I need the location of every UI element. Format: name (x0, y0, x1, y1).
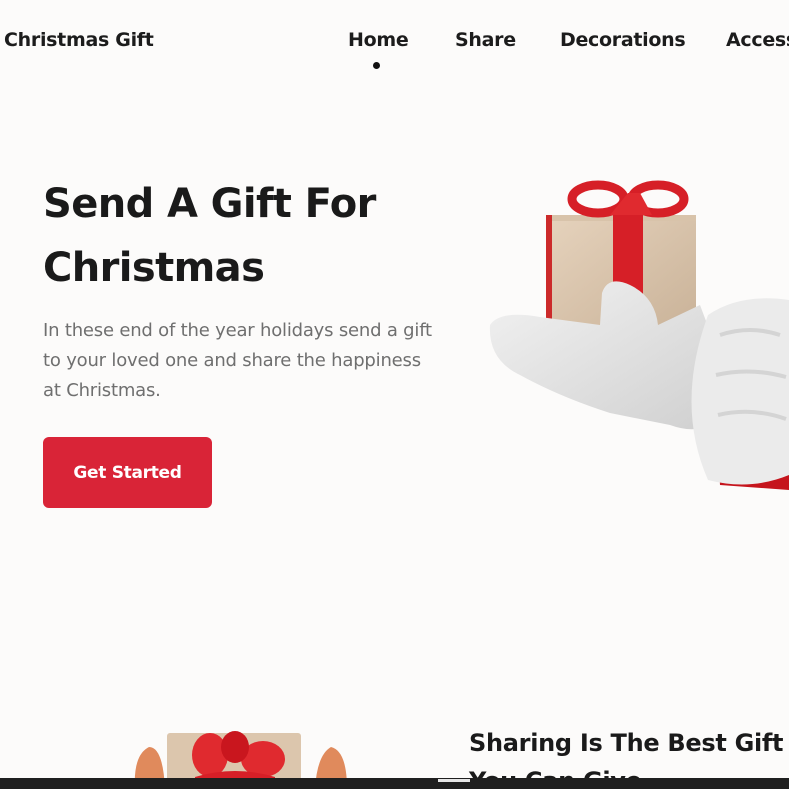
hero-title: Send A Gift For Christmas (43, 172, 463, 300)
nav-share[interactable]: Share (455, 29, 516, 51)
site-header: Christmas Gift Home Share Decorations Ac… (0, 0, 789, 80)
nav-home[interactable]: Home (348, 29, 409, 51)
site-logo[interactable]: Christmas Gift (4, 29, 154, 51)
get-started-button[interactable]: Get Started (43, 437, 212, 508)
hero-title-line1: Send A Gift For (43, 181, 376, 227)
hero-title-line2: Christmas (43, 245, 265, 291)
hero-description: In these end of the year holidays send a… (43, 320, 432, 401)
active-nav-indicator (373, 62, 380, 69)
gloved-hand-holding-gift-icon (489, 180, 789, 490)
taskbar-indicator (438, 779, 470, 782)
taskbar (0, 778, 789, 789)
nav-access[interactable]: Access (726, 29, 789, 51)
nav-decorations[interactable]: Decorations (560, 29, 686, 51)
